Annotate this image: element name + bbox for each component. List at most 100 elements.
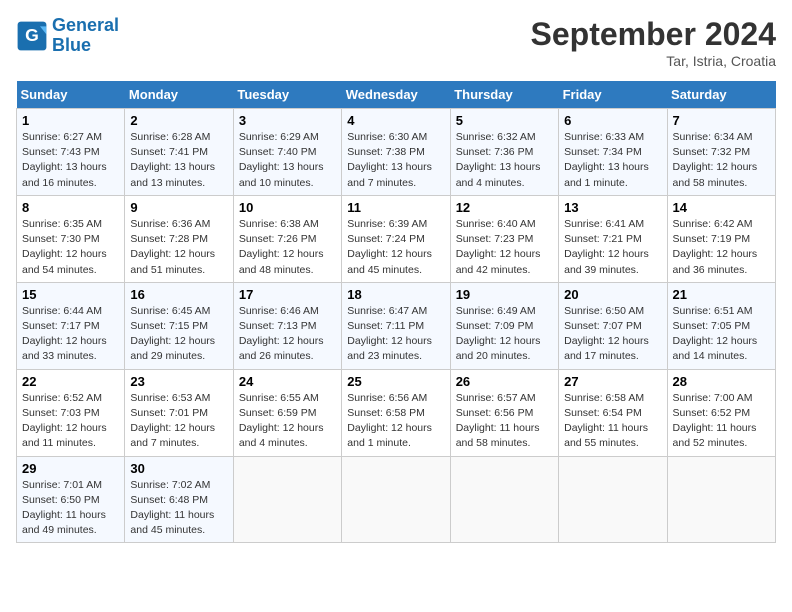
day-info: Sunrise: 6:36 AMSunset: 7:28 PMDaylight:… bbox=[130, 217, 227, 278]
day-number: 18 bbox=[347, 287, 444, 302]
header-row: SundayMondayTuesdayWednesdayThursdayFrid… bbox=[17, 81, 776, 109]
day-info: Sunrise: 6:58 AMSunset: 6:54 PMDaylight:… bbox=[564, 391, 661, 452]
calendar-cell: 24 Sunrise: 6:55 AMSunset: 6:59 PMDaylig… bbox=[233, 369, 341, 456]
day-number: 23 bbox=[130, 374, 227, 389]
day-info: Sunrise: 6:53 AMSunset: 7:01 PMDaylight:… bbox=[130, 391, 227, 452]
day-number: 24 bbox=[239, 374, 336, 389]
day-number: 5 bbox=[456, 113, 553, 128]
calendar-cell: 16 Sunrise: 6:45 AMSunset: 7:15 PMDaylig… bbox=[125, 282, 233, 369]
calendar-cell: 19 Sunrise: 6:49 AMSunset: 7:09 PMDaylig… bbox=[450, 282, 558, 369]
col-header-saturday: Saturday bbox=[667, 81, 775, 109]
calendar-cell: 12 Sunrise: 6:40 AMSunset: 7:23 PMDaylig… bbox=[450, 195, 558, 282]
day-info: Sunrise: 6:51 AMSunset: 7:05 PMDaylight:… bbox=[673, 304, 770, 365]
day-number: 21 bbox=[673, 287, 770, 302]
calendar-table: SundayMondayTuesdayWednesdayThursdayFrid… bbox=[16, 81, 776, 543]
calendar-cell bbox=[342, 456, 450, 543]
location-title: Tar, Istria, Croatia bbox=[531, 53, 776, 69]
calendar-cell: 29 Sunrise: 7:01 AMSunset: 6:50 PMDaylig… bbox=[17, 456, 125, 543]
week-row-3: 15 Sunrise: 6:44 AMSunset: 7:17 PMDaylig… bbox=[17, 282, 776, 369]
calendar-cell: 25 Sunrise: 6:56 AMSunset: 6:58 PMDaylig… bbox=[342, 369, 450, 456]
day-number: 26 bbox=[456, 374, 553, 389]
day-info: Sunrise: 6:41 AMSunset: 7:21 PMDaylight:… bbox=[564, 217, 661, 278]
day-info: Sunrise: 6:30 AMSunset: 7:38 PMDaylight:… bbox=[347, 130, 444, 191]
calendar-cell: 2 Sunrise: 6:28 AMSunset: 7:41 PMDayligh… bbox=[125, 109, 233, 196]
day-info: Sunrise: 6:27 AMSunset: 7:43 PMDaylight:… bbox=[22, 130, 119, 191]
col-header-friday: Friday bbox=[559, 81, 667, 109]
week-row-2: 8 Sunrise: 6:35 AMSunset: 7:30 PMDayligh… bbox=[17, 195, 776, 282]
col-header-sunday: Sunday bbox=[17, 81, 125, 109]
day-number: 12 bbox=[456, 200, 553, 215]
page-header: G General Blue September 2024 Tar, Istri… bbox=[16, 16, 776, 69]
day-number: 22 bbox=[22, 374, 119, 389]
day-number: 10 bbox=[239, 200, 336, 215]
day-info: Sunrise: 6:57 AMSunset: 6:56 PMDaylight:… bbox=[456, 391, 553, 452]
day-number: 30 bbox=[130, 461, 227, 476]
calendar-cell bbox=[233, 456, 341, 543]
calendar-cell: 10 Sunrise: 6:38 AMSunset: 7:26 PMDaylig… bbox=[233, 195, 341, 282]
calendar-cell: 30 Sunrise: 7:02 AMSunset: 6:48 PMDaylig… bbox=[125, 456, 233, 543]
calendar-cell: 27 Sunrise: 6:58 AMSunset: 6:54 PMDaylig… bbox=[559, 369, 667, 456]
day-info: Sunrise: 6:45 AMSunset: 7:15 PMDaylight:… bbox=[130, 304, 227, 365]
day-number: 28 bbox=[673, 374, 770, 389]
calendar-cell: 22 Sunrise: 6:52 AMSunset: 7:03 PMDaylig… bbox=[17, 369, 125, 456]
day-number: 4 bbox=[347, 113, 444, 128]
svg-text:G: G bbox=[25, 25, 39, 45]
calendar-cell: 26 Sunrise: 6:57 AMSunset: 6:56 PMDaylig… bbox=[450, 369, 558, 456]
day-number: 9 bbox=[130, 200, 227, 215]
calendar-cell: 20 Sunrise: 6:50 AMSunset: 7:07 PMDaylig… bbox=[559, 282, 667, 369]
day-info: Sunrise: 6:39 AMSunset: 7:24 PMDaylight:… bbox=[347, 217, 444, 278]
calendar-cell: 7 Sunrise: 6:34 AMSunset: 7:32 PMDayligh… bbox=[667, 109, 775, 196]
day-number: 27 bbox=[564, 374, 661, 389]
day-info: Sunrise: 6:50 AMSunset: 7:07 PMDaylight:… bbox=[564, 304, 661, 365]
calendar-cell: 4 Sunrise: 6:30 AMSunset: 7:38 PMDayligh… bbox=[342, 109, 450, 196]
calendar-cell: 3 Sunrise: 6:29 AMSunset: 7:40 PMDayligh… bbox=[233, 109, 341, 196]
title-block: September 2024 Tar, Istria, Croatia bbox=[531, 16, 776, 69]
day-info: Sunrise: 6:55 AMSunset: 6:59 PMDaylight:… bbox=[239, 391, 336, 452]
day-number: 7 bbox=[673, 113, 770, 128]
calendar-cell: 21 Sunrise: 6:51 AMSunset: 7:05 PMDaylig… bbox=[667, 282, 775, 369]
day-info: Sunrise: 6:28 AMSunset: 7:41 PMDaylight:… bbox=[130, 130, 227, 191]
day-number: 11 bbox=[347, 200, 444, 215]
day-info: Sunrise: 6:34 AMSunset: 7:32 PMDaylight:… bbox=[673, 130, 770, 191]
logo: G General Blue bbox=[16, 16, 119, 56]
calendar-cell: 11 Sunrise: 6:39 AMSunset: 7:24 PMDaylig… bbox=[342, 195, 450, 282]
day-info: Sunrise: 6:46 AMSunset: 7:13 PMDaylight:… bbox=[239, 304, 336, 365]
day-number: 15 bbox=[22, 287, 119, 302]
calendar-cell: 18 Sunrise: 6:47 AMSunset: 7:11 PMDaylig… bbox=[342, 282, 450, 369]
logo-icon: G bbox=[16, 20, 48, 52]
day-number: 16 bbox=[130, 287, 227, 302]
logo-text: General Blue bbox=[52, 16, 119, 56]
day-info: Sunrise: 6:47 AMSunset: 7:11 PMDaylight:… bbox=[347, 304, 444, 365]
month-title: September 2024 bbox=[531, 16, 776, 53]
day-info: Sunrise: 6:49 AMSunset: 7:09 PMDaylight:… bbox=[456, 304, 553, 365]
calendar-cell: 9 Sunrise: 6:36 AMSunset: 7:28 PMDayligh… bbox=[125, 195, 233, 282]
calendar-cell: 1 Sunrise: 6:27 AMSunset: 7:43 PMDayligh… bbox=[17, 109, 125, 196]
day-info: Sunrise: 6:38 AMSunset: 7:26 PMDaylight:… bbox=[239, 217, 336, 278]
calendar-cell: 28 Sunrise: 7:00 AMSunset: 6:52 PMDaylig… bbox=[667, 369, 775, 456]
day-number: 1 bbox=[22, 113, 119, 128]
col-header-wednesday: Wednesday bbox=[342, 81, 450, 109]
calendar-cell: 14 Sunrise: 6:42 AMSunset: 7:19 PMDaylig… bbox=[667, 195, 775, 282]
day-info: Sunrise: 6:29 AMSunset: 7:40 PMDaylight:… bbox=[239, 130, 336, 191]
col-header-monday: Monday bbox=[125, 81, 233, 109]
day-info: Sunrise: 7:00 AMSunset: 6:52 PMDaylight:… bbox=[673, 391, 770, 452]
day-number: 6 bbox=[564, 113, 661, 128]
calendar-cell bbox=[450, 456, 558, 543]
col-header-thursday: Thursday bbox=[450, 81, 558, 109]
day-info: Sunrise: 6:56 AMSunset: 6:58 PMDaylight:… bbox=[347, 391, 444, 452]
day-number: 29 bbox=[22, 461, 119, 476]
day-number: 3 bbox=[239, 113, 336, 128]
week-row-4: 22 Sunrise: 6:52 AMSunset: 7:03 PMDaylig… bbox=[17, 369, 776, 456]
calendar-cell: 23 Sunrise: 6:53 AMSunset: 7:01 PMDaylig… bbox=[125, 369, 233, 456]
day-info: Sunrise: 6:32 AMSunset: 7:36 PMDaylight:… bbox=[456, 130, 553, 191]
calendar-cell: 5 Sunrise: 6:32 AMSunset: 7:36 PMDayligh… bbox=[450, 109, 558, 196]
day-number: 13 bbox=[564, 200, 661, 215]
day-number: 2 bbox=[130, 113, 227, 128]
day-info: Sunrise: 7:01 AMSunset: 6:50 PMDaylight:… bbox=[22, 478, 119, 539]
calendar-cell bbox=[559, 456, 667, 543]
day-number: 19 bbox=[456, 287, 553, 302]
calendar-cell: 6 Sunrise: 6:33 AMSunset: 7:34 PMDayligh… bbox=[559, 109, 667, 196]
day-info: Sunrise: 6:44 AMSunset: 7:17 PMDaylight:… bbox=[22, 304, 119, 365]
day-number: 17 bbox=[239, 287, 336, 302]
week-row-1: 1 Sunrise: 6:27 AMSunset: 7:43 PMDayligh… bbox=[17, 109, 776, 196]
